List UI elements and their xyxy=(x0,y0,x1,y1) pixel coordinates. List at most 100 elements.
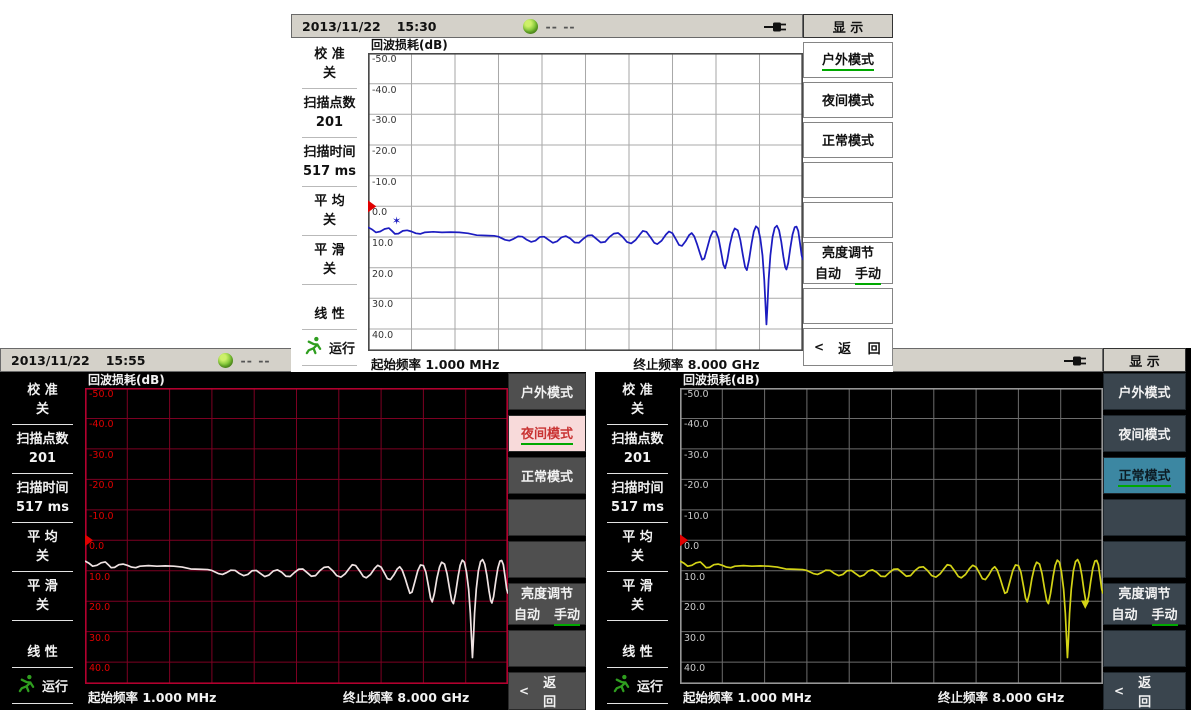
x-axis-labels: 起始频率 1.000 MHz 终止频率 8.000 GHz xyxy=(680,684,1103,706)
menu-button-normal-mode[interactable]: 正常模式 xyxy=(508,457,586,494)
status-date: 2013/11/22 xyxy=(11,353,90,368)
menu-button-empty[interactable] xyxy=(508,541,586,578)
trace-plot: ▼ xyxy=(680,388,1103,684)
menu-button-empty[interactable] xyxy=(1103,499,1186,536)
svg-text:✶: ✶ xyxy=(392,215,402,228)
softkey-sidebar: 校 准关 扫描点数201 扫描时间517 ms 平 均关 平 滑关 线 性 运行 xyxy=(0,378,85,706)
menu-button-empty[interactable] xyxy=(508,499,586,536)
menu-button-empty[interactable] xyxy=(1103,630,1186,667)
divider xyxy=(302,186,357,187)
sidebar-item-sweep-points[interactable]: 扫描点数201 xyxy=(0,427,85,471)
chart-plot-area: ▼ -50.0-40.0-30.0-20.0-10.00.010.020.030… xyxy=(680,388,1103,684)
divider xyxy=(12,667,73,668)
run-status: 运行 xyxy=(304,332,355,363)
divider xyxy=(607,571,668,572)
start-frequency-label: 起始频率 1.000 MHz xyxy=(371,354,499,373)
gps-status-text: -- -- xyxy=(546,19,576,34)
display-menu: 户外模式 夜间模式 正常模式 亮度调节 自动手动 < 返 回 xyxy=(803,40,893,372)
brightness-manual-option[interactable]: 手动 xyxy=(1152,604,1178,626)
stop-frequency-label: 终止频率 8.000 GHz xyxy=(343,687,469,706)
softkey-sidebar: 校 准关 扫描点数201 扫描时间517 ms 平 均关 平 滑关 线 性 运行 xyxy=(291,42,368,368)
divider xyxy=(607,620,668,621)
sidebar-item-average[interactable]: 平 均关 xyxy=(291,189,368,233)
return-loss-chart: 回波损耗(dB) -50.0-40.0-30.0-20.0-10.00.010.… xyxy=(85,372,508,710)
brightness-manual-option[interactable]: 手动 xyxy=(554,604,580,626)
running-man-icon xyxy=(17,674,36,697)
sidebar-item-sweep-time[interactable]: 扫描时间517 ms xyxy=(291,140,368,184)
divider xyxy=(302,365,357,366)
return-loss-chart: 回波损耗(dB) ▼ -50.0-40.0-30.0-20.0-10.00.01… xyxy=(680,372,1103,710)
divider xyxy=(12,571,73,572)
divider xyxy=(302,137,357,138)
menu-button-outdoor-mode[interactable]: 户外模式 xyxy=(1103,373,1186,410)
brightness-auto-option[interactable]: 自动 xyxy=(514,604,540,626)
display-menu: 户外模式 夜间模式 正常模式 亮度调节 自动手动 < 返 回 xyxy=(508,373,586,710)
chart-title: 回波损耗(dB) xyxy=(85,372,508,388)
back-arrow-icon: < xyxy=(519,684,529,698)
sidebar-item-calibration[interactable]: 校 准关 xyxy=(0,378,85,422)
brightness-auto-option[interactable]: 自动 xyxy=(1111,604,1137,626)
menu-button-empty[interactable] xyxy=(803,162,893,198)
brightness-auto-option[interactable]: 自动 xyxy=(815,263,841,285)
divider xyxy=(302,284,357,285)
start-frequency-label: 起始频率 1.000 MHz xyxy=(683,687,811,706)
analyzer-screen-outdoor-mode: 2013/11/22 15:30 -- -- 显 示 校 准关 扫描点数201 … xyxy=(291,14,893,372)
menu-button-normal-mode[interactable]: 正常模式 xyxy=(803,122,893,158)
power-plug-icon xyxy=(1064,355,1088,370)
sidebar-item-detection-linear[interactable]: 线 性 xyxy=(595,640,680,665)
sidebar-item-sweep-points[interactable]: 扫描点数201 xyxy=(595,427,680,471)
sidebar-item-smooth[interactable]: 平 滑关 xyxy=(0,574,85,618)
stop-frequency-label: 终止频率 8.000 GHz xyxy=(633,354,759,373)
sidebar-item-sweep-time[interactable]: 扫描时间517 ms xyxy=(595,476,680,520)
chart-title: 回波损耗(dB) xyxy=(368,38,803,53)
brightness-manual-option[interactable]: 手动 xyxy=(855,263,881,285)
sidebar-item-average[interactable]: 平 均关 xyxy=(595,525,680,569)
running-man-icon xyxy=(612,674,631,697)
menu-button-brightness[interactable]: 亮度调节 自动手动 xyxy=(803,242,893,284)
sidebar-item-smooth[interactable]: 平 滑关 xyxy=(595,574,680,618)
sidebar-item-smooth[interactable]: 平 滑关 xyxy=(291,238,368,282)
divider xyxy=(302,329,357,330)
menu-button-empty[interactable] xyxy=(508,630,586,667)
menu-button-back[interactable]: < 返 回 xyxy=(1103,672,1186,710)
return-loss-chart: 回波损耗(dB) ✶ -50.0-40.0-30.0-20.0-10.00.01… xyxy=(368,38,803,372)
svg-text:▼: ▼ xyxy=(1081,597,1090,610)
menu-button-outdoor-mode[interactable]: 户外模式 xyxy=(803,42,893,78)
analyzer-screen-normal-mode: 显 示 校 准关 扫描点数201 扫描时间517 ms 平 均关 平 滑关 线 … xyxy=(595,348,1191,710)
stop-frequency-label: 终止频率 8.000 GHz xyxy=(938,687,1064,706)
divider xyxy=(12,522,73,523)
menu-button-night-mode[interactable]: 夜间模式 xyxy=(803,82,893,118)
divider xyxy=(607,424,668,425)
menu-button-empty[interactable] xyxy=(803,288,893,324)
back-arrow-icon: < xyxy=(1114,684,1124,698)
menu-header: 显 示 xyxy=(803,14,893,38)
sidebar-item-calibration[interactable]: 校 准关 xyxy=(291,42,368,86)
sidebar-item-sweep-points[interactable]: 扫描点数201 xyxy=(291,91,368,135)
status-time: 15:55 xyxy=(106,353,146,368)
sidebar-item-detection-linear[interactable]: 线 性 xyxy=(0,640,85,665)
menu-button-night-mode[interactable]: 夜间模式 xyxy=(508,415,586,452)
gps-satellite-icon xyxy=(218,353,233,368)
sidebar-item-sweep-time[interactable]: 扫描时间517 ms xyxy=(0,476,85,520)
divider xyxy=(607,473,668,474)
menu-button-brightness[interactable]: 亮度调节 自动手动 xyxy=(1103,583,1186,625)
menu-button-brightness[interactable]: 亮度调节 自动手动 xyxy=(508,583,586,625)
status-bar: 2013/11/22 15:30 -- -- xyxy=(291,14,803,38)
chart-plot-area: ✶ -50.0-40.0-30.0-20.0-10.00.010.020.030… xyxy=(368,53,803,351)
menu-button-night-mode[interactable]: 夜间模式 xyxy=(1103,415,1186,452)
status-time: 15:30 xyxy=(397,19,437,34)
menu-button-empty[interactable] xyxy=(1103,541,1186,578)
x-axis-labels: 起始频率 1.000 MHz 终止频率 8.000 GHz xyxy=(85,684,508,706)
chart-title: 回波损耗(dB) xyxy=(680,372,1103,388)
menu-button-normal-mode[interactable]: 正常模式 xyxy=(1103,457,1186,494)
menu-button-back[interactable]: < 返 回 xyxy=(508,672,586,710)
sidebar-item-average[interactable]: 平 均关 xyxy=(0,525,85,569)
sidebar-item-detection-linear[interactable]: 线 性 xyxy=(291,302,368,327)
sidebar-item-calibration[interactable]: 校 准关 xyxy=(595,378,680,422)
back-arrow-icon: < xyxy=(814,340,824,354)
run-status: 运行 xyxy=(17,670,68,701)
menu-button-outdoor-mode[interactable]: 户外模式 xyxy=(508,373,586,410)
menu-button-empty[interactable] xyxy=(803,202,893,238)
menu-header: 显 示 xyxy=(1103,348,1186,372)
menu-button-back[interactable]: < 返 回 xyxy=(803,328,893,366)
